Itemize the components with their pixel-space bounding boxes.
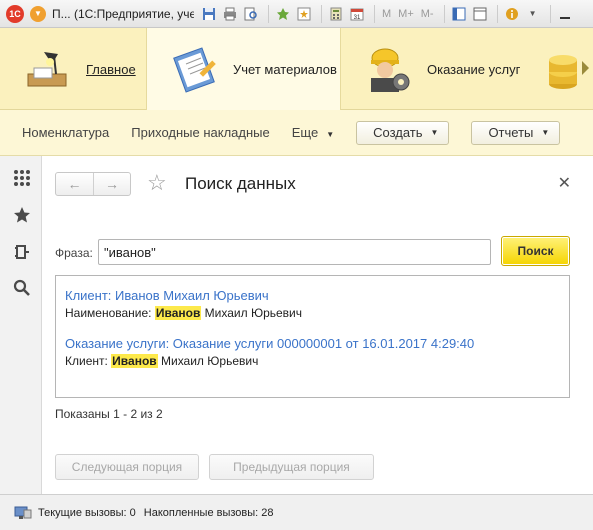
panel-layout-icon[interactable] xyxy=(450,5,468,23)
history-list-icon[interactable] xyxy=(295,5,313,23)
accumulated-calls: Накопленные вызовы: 28 xyxy=(143,506,274,519)
page-title: Поиск данных xyxy=(185,174,296,193)
memory-subtract-button[interactable]: M- xyxy=(419,5,436,23)
save-icon[interactable] xyxy=(200,5,218,23)
main-menu-icon[interactable]: ▼ xyxy=(30,5,46,22)
desk-lamp-icon xyxy=(22,44,72,94)
chevron-down-icon: ▼ xyxy=(326,130,335,139)
result-detail: Наименование: Иванов Михаил Юрьевич xyxy=(65,306,302,320)
toolbar-separator xyxy=(496,4,498,23)
section-label[interactable]: Оказание услуг xyxy=(427,62,520,77)
current-calls: Текущие вызовы: 0 xyxy=(38,506,136,519)
calculator-icon[interactable] xyxy=(327,5,345,23)
favorites-star-icon[interactable] xyxy=(12,205,32,225)
toolbar-separator xyxy=(549,4,551,23)
add-to-favorites-icon[interactable] xyxy=(274,5,292,23)
window-layout-icon[interactable] xyxy=(471,5,489,23)
phrase-label: Фраза: xyxy=(55,246,93,260)
section-command-bar: Номенклатура Приходные накладные Еще ▼ Со… xyxy=(0,110,593,156)
status-bar: Текущие вызовы: 0 Накопленные вызовы: 28 xyxy=(0,494,593,530)
section-label[interactable]: Учет материалов xyxy=(233,62,337,77)
svg-text:31: 31 xyxy=(354,15,361,21)
results-count: Показаны 1 - 2 из 2 xyxy=(55,407,163,421)
section-main[interactable]: Главное xyxy=(0,28,146,110)
print-preview-icon[interactable] xyxy=(242,5,260,23)
search-results-list: Клиент: Иванов Михаил Юрьевич Наименован… xyxy=(55,275,570,398)
toolbar-separator xyxy=(443,4,445,23)
search-icon[interactable] xyxy=(12,278,32,298)
detail-suffix: Михаил Юрьевич xyxy=(201,306,303,320)
section-label[interactable]: Главное xyxy=(86,62,136,77)
chevron-down-icon: ▼ xyxy=(541,128,550,137)
detail-prefix: Клиент: xyxy=(65,354,112,368)
section-more[interactable] xyxy=(531,28,593,110)
result-detail: Клиент: Иванов Михаил Юрьевич xyxy=(65,354,258,368)
create-label: Создать xyxy=(373,125,423,140)
phrase-input[interactable] xyxy=(98,239,491,265)
favorite-star-icon[interactable]: ☆ xyxy=(147,171,167,195)
toolbar-separator xyxy=(321,4,322,23)
window-title: П... (1С:Предприятие, учеб... xyxy=(52,6,194,21)
left-tool-strip xyxy=(0,156,42,494)
window-titlebar: 1С ▼ П... (1С:Предприятие, учеб... 31 M … xyxy=(0,0,593,28)
minimize-icon[interactable] xyxy=(556,5,574,23)
forward-arrow-icon[interactable]: → xyxy=(92,173,130,195)
calendar-icon[interactable]: 31 xyxy=(348,5,366,23)
memory-add-button[interactable]: M+ xyxy=(396,5,416,23)
nav-buttons: ← → xyxy=(55,172,131,196)
toolbar-separator xyxy=(374,4,375,23)
search-form: ← → ☆ Поиск данных ✕ Фраза: Поиск Клиент… xyxy=(43,156,593,494)
worker-gear-icon xyxy=(363,44,413,94)
create-button[interactable]: Создать ▼ xyxy=(356,120,450,145)
search-button[interactable]: Поиск xyxy=(501,236,570,266)
reports-button[interactable]: Отчеты ▼ xyxy=(471,120,561,145)
memory-store-button[interactable]: M xyxy=(380,5,393,23)
sections-panel: Главное Учет материалов Оказание услуг xyxy=(0,28,593,110)
command-nomenclature[interactable]: Номенклатура xyxy=(22,125,109,140)
reports-label: Отчеты xyxy=(488,125,534,140)
result-link[interactable]: Оказание услуги: Оказание услуги 0000000… xyxy=(65,336,474,351)
match-highlight: Иванов xyxy=(111,354,158,368)
section-materials[interactable]: Учет материалов xyxy=(146,28,341,110)
detail-suffix: Михаил Юрьевич xyxy=(157,354,259,368)
more-menu[interactable]: Еще ▼ xyxy=(292,125,334,140)
result-link[interactable]: Клиент: Иванов Михаил Юрьевич xyxy=(65,288,269,303)
close-icon[interactable]: ✕ xyxy=(558,173,571,193)
detail-prefix: Наименование: xyxy=(65,306,155,320)
dropdown-arrow-icon[interactable]: ▼ xyxy=(524,5,542,23)
command-incoming-invoices[interactable]: Приходные накладные xyxy=(131,125,269,140)
clipboard-pencil-icon xyxy=(169,44,219,94)
print-icon[interactable] xyxy=(221,5,239,23)
match-highlight: Иванов xyxy=(154,306,202,320)
history-icon[interactable] xyxy=(12,242,32,262)
toolbar-separator xyxy=(268,4,269,23)
prev-portion-button[interactable]: Предыдущая порция xyxy=(209,454,374,480)
app-logo-icon[interactable]: 1С xyxy=(6,4,24,23)
scroll-right-icon[interactable] xyxy=(582,61,589,75)
chevron-down-icon: ▼ xyxy=(430,128,439,137)
section-services[interactable]: Оказание услуг xyxy=(341,28,531,110)
more-label: Еще xyxy=(291,125,319,140)
calls-monitor-icon[interactable] xyxy=(14,506,32,520)
apps-grid-icon[interactable] xyxy=(12,168,32,188)
info-icon[interactable] xyxy=(503,5,521,23)
next-portion-button[interactable]: Следующая порция xyxy=(55,454,199,480)
back-arrow-icon[interactable]: ← xyxy=(56,173,93,195)
quick-access-toolbar: 31 M M+ M- ▼ xyxy=(200,4,577,23)
